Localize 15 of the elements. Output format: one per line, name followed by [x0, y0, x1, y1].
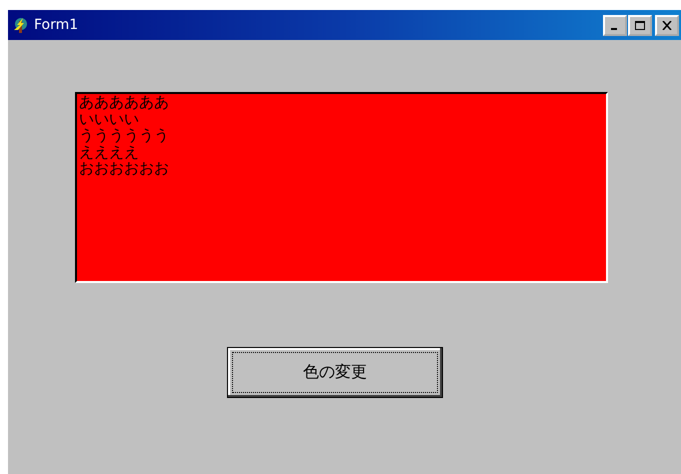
minimize-button[interactable] — [603, 14, 627, 36]
close-icon — [662, 20, 672, 30]
change-color-button[interactable]: 色の変更 — [227, 347, 443, 398]
maximize-icon — [635, 20, 645, 30]
window-title: Form1 — [34, 17, 78, 33]
text-line: いいいい — [79, 110, 139, 127]
maximize-button[interactable] — [628, 14, 652, 36]
app-icon — [12, 16, 30, 34]
text-line: おおおおおお — [79, 160, 169, 176]
text-area[interactable]: ああああああ いいいい うううううう ええええ おおおおおお — [75, 92, 608, 283]
text-line: うううううう — [79, 127, 169, 144]
text-line: ああああああ — [79, 94, 169, 110]
text-line: ええええ — [79, 144, 139, 160]
minimize-icon — [611, 28, 617, 30]
close-button[interactable] — [655, 14, 679, 36]
